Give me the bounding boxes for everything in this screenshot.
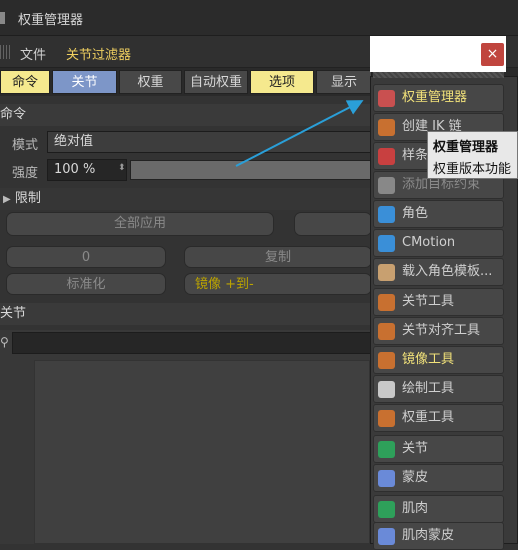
muscle-skin-icon: [378, 528, 395, 545]
expand-triangle-icon: ▶: [3, 194, 11, 205]
apply-all-button[interactable]: 全部应用: [6, 212, 274, 236]
menu-tear-off-handle[interactable]: [373, 72, 504, 78]
cmotion-icon: [378, 235, 395, 252]
tab-joint[interactable]: 关节: [52, 70, 117, 94]
menu-item-cmotion[interactable]: CMotion: [373, 229, 504, 257]
tab-auto-weight[interactable]: 自动权重: [184, 70, 248, 94]
close-button[interactable]: ×: [481, 43, 504, 66]
menu-item-joint-tool[interactable]: 关节工具: [373, 288, 504, 316]
search-icon[interactable]: ⚲: [0, 335, 9, 349]
menu-item-joint[interactable]: 关节: [373, 435, 504, 463]
joint-icon: [378, 441, 395, 458]
copy-button[interactable]: 复制: [184, 246, 372, 268]
tab-options[interactable]: 选项: [250, 70, 314, 94]
joint-list[interactable]: [34, 360, 370, 544]
menu-item-muscle[interactable]: 肌肉: [373, 495, 504, 523]
title-bar: 权重管理器: [0, 0, 518, 36]
menu-item-load-character-template[interactable]: 载入角色模板...: [373, 258, 504, 286]
mode-dropdown[interactable]: 绝对值: [47, 131, 372, 153]
joint-search-input[interactable]: [12, 332, 372, 354]
target-constraint-icon: [378, 177, 395, 194]
limit-label: 限制: [14, 191, 41, 206]
apply-selected-button[interactable]: [294, 212, 372, 236]
window-icon: [0, 12, 5, 24]
tab-command[interactable]: 命令: [0, 70, 50, 94]
mirror-button[interactable]: 镜像 +到-: [184, 273, 372, 295]
menu-joint-filter[interactable]: 关节过滤器: [66, 44, 131, 63]
menu-item-character[interactable]: 角色: [373, 200, 504, 228]
joint-align-tool-icon: [378, 323, 395, 340]
ik-chain-icon: [378, 119, 395, 136]
strength-input[interactable]: 100 %: [47, 159, 127, 181]
menu-item-joint-align-tool[interactable]: 关节对齐工具: [373, 317, 504, 345]
normalize-button[interactable]: 标准化: [6, 273, 166, 295]
menu-item-mirror-tool[interactable]: 镜像工具: [373, 346, 504, 374]
tooltip-description: 权重版本功能: [433, 162, 512, 177]
weight-manager-icon: [378, 90, 395, 107]
character-template-icon: [378, 264, 395, 281]
joint-section-title: 关节: [0, 306, 27, 321]
zero-value-button[interactable]: 0: [6, 246, 166, 268]
mirror-tool-icon: [378, 352, 395, 369]
strength-label: 强度: [12, 166, 39, 181]
menu-item-paint-tool[interactable]: 绘制工具: [373, 375, 504, 403]
menu-item-skin[interactable]: 蒙皮: [373, 464, 504, 492]
grip-icon[interactable]: [0, 45, 10, 59]
window-title: 权重管理器: [18, 13, 84, 28]
mode-label: 模式: [12, 138, 39, 153]
tab-weight[interactable]: 权重: [119, 70, 182, 94]
menu-item-muscle-skin[interactable]: 肌肉蒙皮: [373, 522, 504, 550]
menu-file[interactable]: 文件: [20, 44, 46, 63]
tooltip-title: 权重管理器: [433, 140, 499, 155]
spline-icon: [378, 148, 395, 165]
character-icon: [378, 206, 395, 223]
muscle-icon: [378, 501, 395, 518]
stepper-arrows-icon[interactable]: ⬍: [118, 163, 126, 173]
weight-tool-icon: [378, 410, 395, 427]
skin-icon: [378, 470, 395, 487]
menu-item-weight-tool[interactable]: 权重工具: [373, 404, 504, 432]
paint-tool-icon: [378, 381, 395, 398]
joint-tool-icon: [378, 294, 395, 311]
tab-display[interactable]: 显示: [316, 70, 372, 94]
menu-item-weight-manager[interactable]: 权重管理器: [373, 84, 504, 112]
tooltip: 权重管理器 权重版本功能: [427, 131, 518, 179]
command-section-title: 命令: [0, 107, 27, 122]
strength-slider[interactable]: [130, 160, 372, 180]
